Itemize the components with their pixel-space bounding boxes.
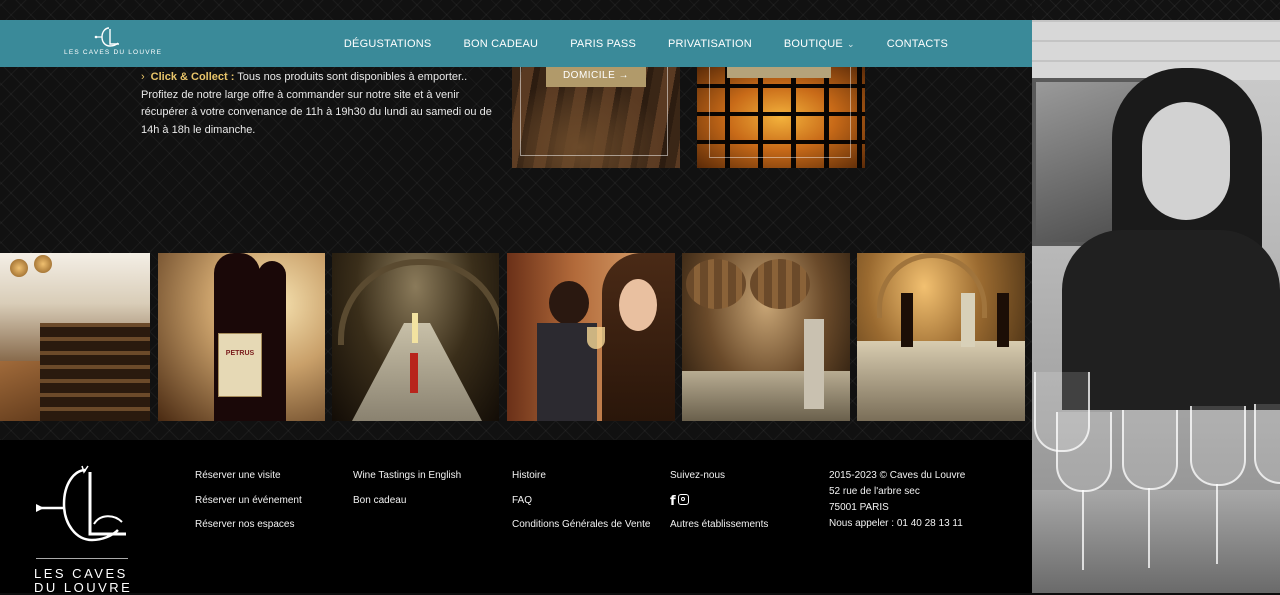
promo-wine-cells-tile[interactable] [697, 67, 865, 168]
wine-bottle [258, 261, 286, 421]
gallery-image-petrus[interactable]: PETRUS [158, 253, 325, 421]
wine-glass [1254, 404, 1280, 484]
link-histoire[interactable]: Histoire [512, 470, 650, 483]
wine-bottle [997, 293, 1009, 347]
wine-bottle [901, 293, 913, 347]
caves-monogram-icon [36, 465, 126, 542]
nav-paris-pass[interactable]: PARIS PASS [554, 38, 652, 50]
gallery-image-cellar-arches[interactable] [857, 253, 1025, 421]
candle [412, 313, 418, 343]
nav-bon-cadeau[interactable]: BON CADEAU [447, 38, 554, 50]
side-photo-woman-tasting [1032, 20, 1280, 593]
wine-glass [1190, 406, 1246, 486]
footer-col-social: Suivez-nous f Autres établissements [670, 470, 768, 544]
link-faq[interactable]: FAQ [512, 495, 650, 508]
glass-stem [1148, 488, 1150, 568]
address-street: 52 rue de l'arbre sec [829, 486, 920, 497]
footer-col-contact: 2015-2023 © Caves du Louvre 52 rue de l'… [829, 470, 965, 534]
chevron-down-icon: ⌄ [846, 38, 855, 49]
link-bon-cadeau[interactable]: Bon cadeau [353, 495, 461, 508]
nav-menu: DÉGUSTATIONS BON CADEAU PARIS PASS PRIVA… [328, 20, 964, 67]
woman-body [1062, 230, 1280, 410]
follow-us-label: Suivez-nous [670, 470, 726, 481]
footer-logo-divider [36, 558, 128, 559]
tasting-table [857, 341, 1025, 421]
footer-col-booking: Réserver une visite Réserver un événemen… [195, 470, 302, 544]
header-logo[interactable]: LES CAVES DU LOUVRE [64, 26, 163, 62]
pendant-lamp [34, 255, 52, 273]
header-logo-text: LES CAVES DU LOUVRE [64, 49, 163, 56]
click-collect-block: › Click & Collect : Tous nos produits son… [141, 69, 501, 139]
decanter [804, 319, 824, 409]
tasting-table [682, 371, 850, 421]
nav-degustations[interactable]: DÉGUSTATIONS [328, 38, 448, 50]
table-surface [1032, 490, 1280, 593]
stone-wall [1032, 20, 1280, 80]
main-navbar: LES CAVES DU LOUVRE DÉGUSTATIONS BON CAD… [0, 20, 1032, 67]
nav-contacts[interactable]: CONTACTS [871, 38, 964, 50]
caves-monogram-icon [94, 27, 119, 47]
wine-shelves [40, 323, 150, 421]
footer-logo-text-1: LES CAVES [34, 566, 128, 581]
bottle-label: PETRUS [218, 333, 262, 397]
instagram-icon[interactable] [678, 493, 690, 505]
barrel [686, 259, 746, 309]
footer-logo[interactable]: LES CAVES DU LOUVRE [34, 464, 134, 595]
footer-col-info: Histoire FAQ Conditions Générales de Ven… [512, 470, 650, 544]
nav-boutique-label: BOUTIQUE [783, 37, 843, 50]
click-collect-label: Click & Collect : [150, 71, 235, 83]
link-autres-etablissements[interactable]: Autres établissements [670, 519, 768, 532]
wine-glass [1056, 412, 1112, 492]
gallery-image-tasting[interactable] [507, 253, 675, 421]
social-icons: f [670, 493, 768, 510]
link-reserver-espaces[interactable]: Réserver nos espaces [195, 519, 302, 532]
promo-delivery-tile[interactable]: DOMICILE → [512, 67, 680, 168]
wine-glass [1122, 410, 1178, 490]
woman-face [1142, 102, 1230, 220]
link-reserver-visite[interactable]: Réserver une visite [195, 470, 302, 483]
glass-stem [1082, 490, 1084, 570]
link-reserver-evenement[interactable]: Réserver un événement [195, 495, 302, 508]
link-cgv[interactable]: Conditions Générales de Vente [512, 519, 650, 532]
chevron-right-icon: › [141, 71, 145, 83]
glass-stem [1216, 484, 1218, 564]
wine-bottle [961, 293, 975, 347]
facebook-icon[interactable]: f [670, 495, 676, 509]
footer-col-tastings: Wine Tastings in English Bon cadeau [353, 470, 461, 519]
nav-boutique[interactable]: BOUTIQUE ⌄ [768, 38, 871, 50]
site-footer: LES CAVES DU LOUVRE Réserver une visite … [0, 440, 1032, 595]
address-city: 75001 PARIS [829, 502, 889, 513]
woman-face [619, 279, 657, 331]
phone-text[interactable]: Nous appeler : 01 40 28 13 11 [829, 518, 965, 531]
barrel [750, 259, 810, 309]
copyright-text: 2015-2023 © Caves du Louvre [829, 470, 966, 481]
photo-gallery: PETRUS [0, 253, 1032, 421]
promo-domicile-button[interactable]: DOMICILE → [546, 67, 646, 87]
gallery-image-wine-shop[interactable] [0, 253, 150, 421]
promo-label-bar [727, 67, 831, 78]
bottle-label-text: PETRUS [225, 350, 255, 357]
candle [410, 353, 418, 393]
gallery-image-barrel-room[interactable] [682, 253, 850, 421]
wine-glass [587, 327, 605, 349]
link-wine-tastings-english[interactable]: Wine Tastings in English [353, 470, 461, 483]
gallery-image-vaulted-cellar[interactable] [332, 253, 499, 421]
person-silhouette [549, 281, 589, 325]
pendant-lamp [10, 259, 28, 277]
nav-privatisation[interactable]: PRIVATISATION [652, 38, 768, 50]
promo-frame [709, 67, 851, 158]
